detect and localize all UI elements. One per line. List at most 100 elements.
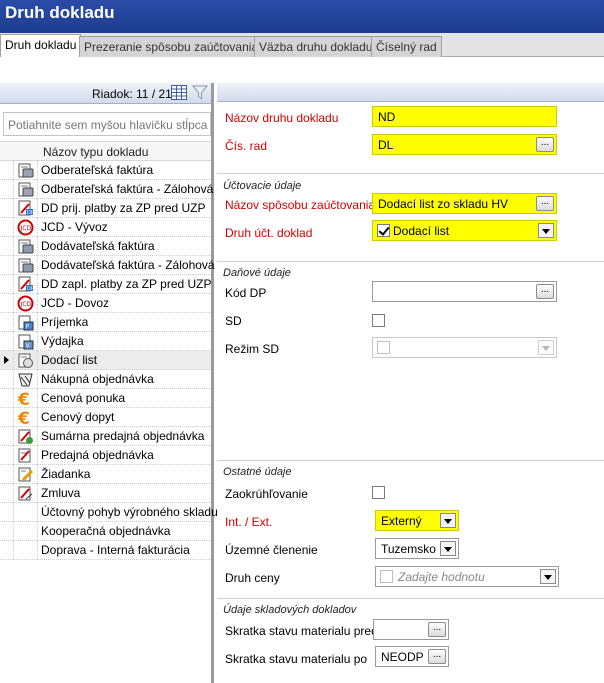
row-indicator[interactable]	[0, 237, 14, 256]
kod-dp-field[interactable]: ...	[372, 281, 557, 302]
table-row[interactable]: V Výdajka	[0, 332, 211, 351]
druh-uct-doklad-select[interactable]: Dodací list	[372, 220, 557, 241]
table-row[interactable]: Kooperačná objednávka	[0, 522, 211, 541]
row-indicator[interactable]	[0, 408, 14, 427]
int-ext-select[interactable]: Externý	[375, 510, 459, 531]
euro-icon: €	[17, 390, 30, 407]
cell-divider	[37, 389, 38, 408]
cis-rad-field[interactable]: DL ...	[372, 134, 557, 155]
summary-order-icon	[18, 429, 33, 444]
sposob-zauctovania-browse-button[interactable]: ...	[536, 196, 554, 211]
cell-divider	[37, 465, 38, 484]
skratka-po-browse-button[interactable]: ...	[428, 649, 446, 664]
sd-checkbox[interactable]	[372, 314, 385, 327]
invoice-out-icon	[18, 182, 34, 197]
row-indicator[interactable]	[0, 294, 14, 313]
row-label: JCD - Vývoz	[41, 220, 108, 234]
row-indicator[interactable]	[0, 389, 14, 408]
table-row[interactable]: Odberateľská faktúra	[0, 161, 211, 180]
row-indicator[interactable]	[0, 275, 14, 294]
row-label: Dodací list	[41, 353, 98, 367]
row-indicator[interactable]	[0, 332, 14, 351]
zaokruhlovanie-checkbox[interactable]	[372, 486, 385, 499]
section-uctovacie-udaje: Účtovacie údaje	[223, 180, 302, 192]
druh-ceny-select[interactable]: Zadajte hodnotu	[375, 566, 559, 587]
skratka-po-field[interactable]: NEODP ...	[375, 646, 449, 667]
row-indicator[interactable]	[0, 484, 14, 503]
druh-uct-doklad-dropdown-button[interactable]	[538, 223, 554, 238]
row-indicator[interactable]	[0, 503, 14, 522]
rezim-sd-select[interactable]	[372, 337, 557, 358]
grid-layout-icon[interactable]	[171, 85, 187, 100]
row-indicator[interactable]	[0, 313, 14, 332]
rezim-sd-checkbox[interactable]	[377, 341, 390, 354]
row-indicator[interactable]	[0, 180, 14, 199]
row-indicator[interactable]	[0, 522, 14, 541]
row-counter: Riadok: 11 / 21	[92, 87, 172, 101]
rezim-sd-dropdown-button[interactable]	[538, 340, 554, 355]
receipt-icon: P	[18, 315, 34, 331]
row-label: Dodávateľská faktúra - Zálohová	[41, 258, 215, 272]
skratka-pred-browse-button[interactable]: ...	[428, 622, 446, 637]
int-ext-dropdown-button[interactable]	[440, 513, 456, 528]
cell-divider	[37, 484, 38, 503]
uzemne-clenenie-select[interactable]: Tuzemsko	[375, 538, 459, 559]
svg-text:JCD: JCD	[20, 301, 32, 308]
table-row[interactable]: Odberateľská faktúra - Zálohová	[0, 180, 213, 199]
druh-ceny-checkbox[interactable]	[380, 570, 393, 583]
table-row[interactable]: € Cenová ponuka	[0, 389, 211, 408]
table-row[interactable]: DP DD zapl. platby za ZP pred UZP	[0, 275, 212, 294]
row-indicator[interactable]	[0, 465, 14, 484]
row-indicator[interactable]	[0, 161, 14, 180]
row-indicator[interactable]	[0, 370, 14, 389]
table-row[interactable]: Účtovný pohyb výrobného skladu	[0, 503, 218, 522]
row-label: Dodávateľská faktúra	[41, 239, 155, 253]
kod-dp-browse-button[interactable]: ...	[536, 284, 554, 299]
table-row[interactable]: Sumárna predajná objednávka	[0, 427, 211, 446]
row-indicator[interactable]	[0, 218, 14, 237]
row-indicator[interactable]	[0, 351, 14, 370]
uzemne-clenenie-dropdown-button[interactable]	[440, 541, 456, 556]
cell-divider	[37, 180, 38, 199]
row-indicator[interactable]	[0, 256, 14, 275]
contract-icon	[18, 486, 33, 501]
row-label: Sumárna predajná objednávka	[41, 429, 205, 443]
druh-uct-doklad-checkbox[interactable]	[377, 224, 390, 237]
table-row[interactable]: DP DD prij. platby za ZP pred UZP	[0, 199, 211, 218]
group-by-drop-area[interactable]: Potiahnite sem myšou hlavičku stĺpca	[3, 112, 211, 136]
cis-rad-browse-button[interactable]: ...	[536, 137, 554, 152]
row-indicator[interactable]	[0, 199, 14, 218]
table-row[interactable]: Zmluva	[0, 484, 211, 503]
row-indicator[interactable]	[0, 427, 14, 446]
column-header-nazov-typu-dokladu[interactable]: Názov typu dokladu	[0, 141, 211, 161]
table-row[interactable]: Dodávateľská faktúra - Zálohová	[0, 256, 215, 275]
row-indicator[interactable]	[0, 541, 14, 560]
skratka-pred-field[interactable]: ...	[373, 619, 449, 640]
filter-icon[interactable]	[192, 85, 208, 100]
detail-form: Názov druhu dokladu ND Čís. rad DL ... Ú…	[217, 83, 604, 683]
table-row[interactable]: Nákupná objednávka	[0, 370, 211, 389]
row-indicator[interactable]	[0, 446, 14, 465]
cell-divider	[37, 427, 38, 446]
table-row[interactable]: Žiadanka	[0, 465, 211, 484]
table-row[interactable]: Predajná objednávka	[0, 446, 211, 465]
form-header-bar	[217, 83, 604, 102]
table-row[interactable]: Dodací list	[0, 351, 211, 370]
table-row[interactable]: JCD JCD - Dovoz	[0, 294, 211, 313]
tab-prezeranie-sposobu-zauctovania[interactable]: Prezeranie spôsobu zaúčtovania	[79, 36, 264, 57]
tab-ciselny-rad[interactable]: Číselný rad	[371, 36, 442, 57]
nazov-druhu-dokladu-field[interactable]: ND	[372, 106, 557, 127]
druh-ceny-dropdown-button[interactable]	[540, 569, 556, 584]
cell-divider	[37, 522, 38, 541]
table-row[interactable]: € Cenový dopyt	[0, 408, 211, 427]
table-row[interactable]: P Príjemka	[0, 313, 211, 332]
nazov-sposobu-zauctovania-field[interactable]: Dodací list zo skladu HV ...	[372, 193, 557, 214]
table-row[interactable]: JCD JCD - Vývoz	[0, 218, 211, 237]
purchase-order-icon	[18, 373, 33, 387]
tab-vazba-druhu-dokladu[interactable]: Väzba druhu dokladu	[254, 36, 378, 57]
tab-druh-dokladu[interactable]: Druh dokladu	[0, 34, 82, 58]
table-row[interactable]: Doprava - Interná fakturácia	[0, 541, 211, 560]
row-label: Žiadanka	[41, 467, 91, 481]
skratka-pred-label: Skratka stavu materialu pred	[225, 624, 378, 638]
table-row[interactable]: Dodávateľská faktúra	[0, 237, 211, 256]
